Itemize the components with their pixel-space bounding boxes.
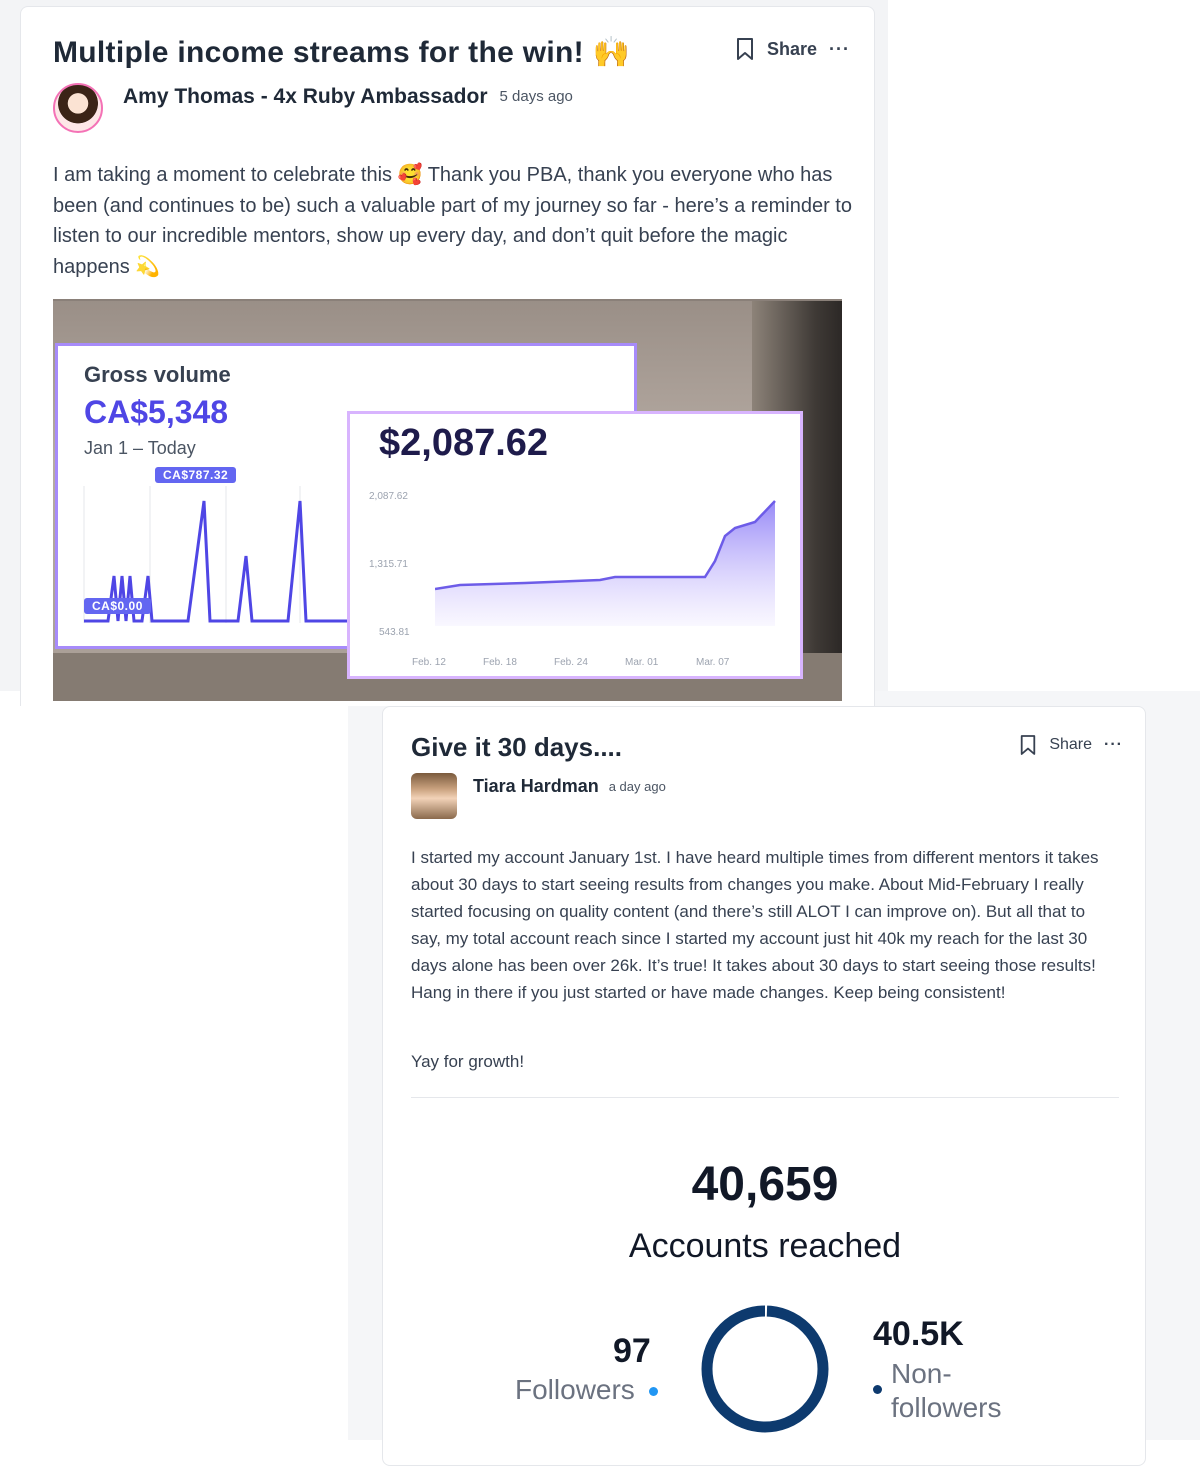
x-tick: Mar. 07 xyxy=(696,657,730,668)
post-card-1: Multiple income streams for the win! 🙌 S… xyxy=(20,6,875,706)
post-body: I started my account January 1st. I have… xyxy=(411,848,1099,1002)
post-time: a day ago xyxy=(608,778,666,794)
post-actions: Share ··· xyxy=(1019,734,1123,756)
zero-value-tag: CA$0.00 xyxy=(84,598,151,614)
author-row: Tiara Hardman a day ago xyxy=(411,773,666,819)
author-name[interactable]: Tiara Hardman xyxy=(473,776,599,797)
author-row: Amy Thomas - 4x Ruby Ambassador 5 days a… xyxy=(53,83,573,133)
gross-volume-value: CA$5,348 xyxy=(84,394,229,430)
post-title: Multiple income streams for the win! 🙌 xyxy=(53,36,631,69)
balance-area-chart xyxy=(435,500,776,626)
share-button[interactable]: Share xyxy=(1019,734,1092,756)
x-tick: Feb. 12 xyxy=(412,657,446,668)
reach-donut-chart xyxy=(701,1305,829,1433)
post-actions: Share ··· xyxy=(735,37,850,61)
share-button[interactable]: Share xyxy=(735,37,817,61)
accounts-reached-value: 40,659 xyxy=(691,1158,839,1211)
x-tick: Feb. 24 xyxy=(554,657,588,668)
gross-volume-range: Jan 1 – Today xyxy=(84,438,196,458)
y-tick: 2,087.62 xyxy=(369,491,408,502)
y-tick: 543.81 xyxy=(379,627,410,638)
bookmark-icon[interactable] xyxy=(735,37,755,61)
peak-value-tag: CA$787.32 xyxy=(155,467,237,483)
post-card-2: Give it 30 days.... Share ··· Tiara Hard… xyxy=(382,706,1146,1466)
divider xyxy=(411,1097,1119,1098)
nonfollowers-label: Non-followers xyxy=(891,1358,1002,1423)
share-label: Share xyxy=(1049,736,1093,753)
balance-value: $2,087.62 xyxy=(379,422,549,464)
author-name[interactable]: Amy Thomas - 4x Ruby Ambassador xyxy=(123,85,488,109)
post-time: 5 days ago xyxy=(499,87,573,105)
y-tick: 1,315.71 xyxy=(369,559,408,570)
accounts-reached-label: Accounts reached xyxy=(628,1227,902,1265)
balance-panel: $2,087.62 2,087.62 1,315.71 543.81 Feb. … xyxy=(347,411,803,679)
post-title: Give it 30 days.... xyxy=(411,732,622,762)
share-label: Share xyxy=(766,38,818,59)
followers-legend: Followers xyxy=(515,1374,658,1406)
followers-value: 97 xyxy=(613,1332,651,1370)
nonfollowers-dot-icon xyxy=(873,1385,882,1394)
x-tick: Feb. 18 xyxy=(483,657,517,668)
gross-volume-label: Gross volume xyxy=(84,362,231,387)
more-options-icon[interactable]: ··· xyxy=(829,39,850,60)
bookmark-icon[interactable] xyxy=(1019,734,1037,756)
nonfollowers-value: 40.5K xyxy=(873,1315,964,1353)
more-options-icon[interactable]: ··· xyxy=(1104,736,1123,754)
nonfollowers-segment xyxy=(701,1305,829,1433)
followers-label: Followers xyxy=(515,1374,635,1405)
avatar[interactable] xyxy=(53,83,103,133)
avatar[interactable] xyxy=(411,773,457,819)
x-tick: Mar. 01 xyxy=(625,657,659,668)
followers-dot-icon xyxy=(648,1387,658,1397)
post-image[interactable]: Gross volume CA$5,348 Jan 1 – Today CA$7… xyxy=(53,299,842,701)
post-body: I am taking a moment to celebrate this 🥰… xyxy=(53,164,852,278)
post-closing: Yay for growth! xyxy=(411,1052,525,1071)
